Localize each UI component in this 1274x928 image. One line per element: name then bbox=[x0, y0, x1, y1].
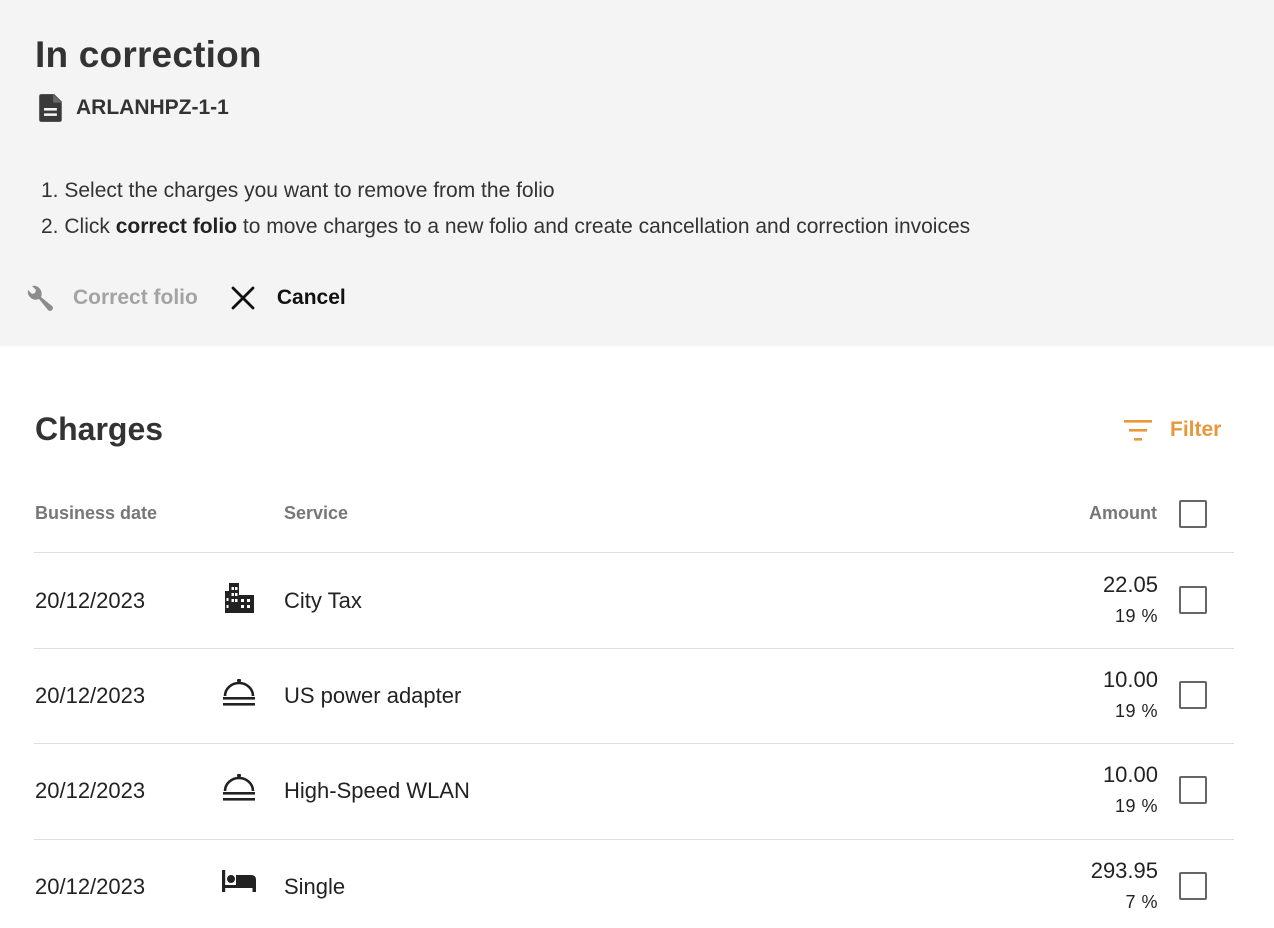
cancel-button[interactable]: Cancel bbox=[230, 285, 346, 311]
action-bar: Correct folio Cancel bbox=[24, 282, 346, 314]
column-header-amount: Amount bbox=[1089, 503, 1157, 523]
row-vat: 7 % bbox=[1125, 892, 1158, 912]
instruction-emphasis: correct folio bbox=[115, 215, 238, 238]
close-icon bbox=[231, 286, 255, 310]
row-amount: 293.95 bbox=[1090, 858, 1158, 883]
row-checkbox[interactable] bbox=[1179, 776, 1207, 804]
row-service: Single bbox=[284, 874, 346, 899]
row-vat: 19 % bbox=[1114, 701, 1158, 721]
filter-icon bbox=[1124, 420, 1152, 441]
table-row: 20/12/2023 US power adapter 10.00 19 % bbox=[0, 648, 1274, 743]
row-checkbox[interactable] bbox=[1179, 872, 1207, 900]
row-date: 20/12/2023 bbox=[35, 778, 146, 803]
column-header-business-date: Business date bbox=[35, 503, 158, 523]
folio-id: ARLANHPZ-1-1 bbox=[76, 96, 229, 119]
wrench-icon bbox=[27, 285, 53, 311]
row-vat: 19 % bbox=[1114, 796, 1158, 816]
row-checkbox[interactable] bbox=[1179, 586, 1207, 614]
instruction-step-2: 2. Click correct folio to move charges t… bbox=[41, 215, 971, 238]
city-icon bbox=[225, 583, 254, 613]
bed-icon bbox=[222, 870, 256, 892]
table-row: 20/12/2023 City Tax 22.05 19 % bbox=[0, 553, 1274, 648]
correct-folio-label: Correct folio bbox=[73, 286, 198, 309]
row-service: High-Speed WLAN bbox=[284, 778, 470, 803]
correction-panel: In correction ARLANHPZ-1-1 1. Select the… bbox=[0, 0, 1274, 346]
row-service: US power adapter bbox=[284, 683, 462, 708]
document-icon bbox=[39, 94, 62, 122]
row-date: 20/12/2023 bbox=[35, 874, 146, 899]
row-amount: 10.00 bbox=[1102, 762, 1158, 787]
folio-identifier: ARLANHPZ-1-1 bbox=[38, 93, 229, 123]
room-service-icon bbox=[223, 679, 255, 706]
row-vat: 19 % bbox=[1114, 606, 1158, 626]
row-amount: 22.05 bbox=[1102, 572, 1158, 597]
charges-title: Charges bbox=[35, 411, 164, 447]
select-all-checkbox[interactable] bbox=[1179, 500, 1207, 528]
table-row: 20/12/2023 Single 293.95 7 % bbox=[0, 839, 1274, 928]
row-date: 20/12/2023 bbox=[35, 588, 146, 613]
column-header-service: Service bbox=[284, 503, 349, 523]
page-title: In correction bbox=[35, 34, 262, 75]
row-checkbox[interactable] bbox=[1179, 681, 1207, 709]
instructions-list: 1. Select the charges you want to remove… bbox=[41, 173, 970, 245]
correct-folio-button[interactable]: Correct folio bbox=[24, 282, 198, 314]
room-service-icon bbox=[223, 774, 255, 801]
row-amount: 10.00 bbox=[1102, 667, 1158, 692]
instruction-step-1: 1. Select the charges you want to remove… bbox=[41, 179, 555, 202]
filter-label: Filter bbox=[1170, 418, 1222, 441]
cancel-label: Cancel bbox=[276, 286, 346, 309]
row-service: City Tax bbox=[284, 588, 362, 613]
table-row: 20/12/2023 High-Speed WLAN 10.00 19 % bbox=[0, 743, 1274, 838]
row-date: 20/12/2023 bbox=[35, 683, 146, 708]
filter-button[interactable]: Filter bbox=[1122, 416, 1221, 444]
